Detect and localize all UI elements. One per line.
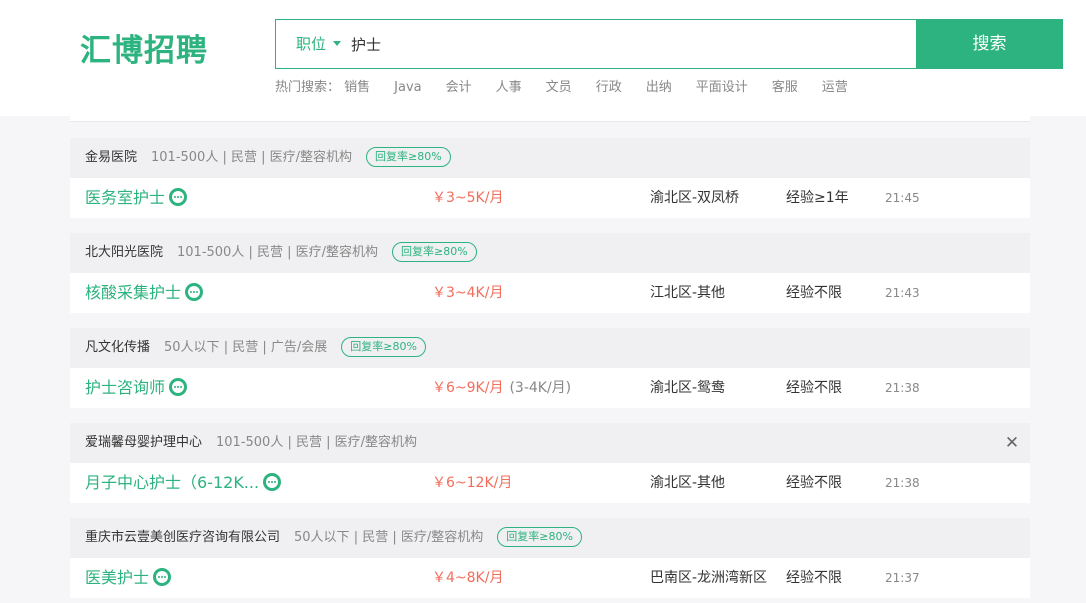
company-name[interactable]: 重庆市云壹美创医疗咨询有限公司 xyxy=(85,530,280,545)
chat-icon[interactable] xyxy=(153,567,172,586)
company-name[interactable]: 凡文化传播 xyxy=(85,340,150,355)
chat-icon[interactable] xyxy=(169,377,188,396)
job-location: 巴南区-龙洲湾新区 xyxy=(650,570,768,586)
job-location: 渝北区-其他 xyxy=(650,475,726,491)
job-title[interactable]: 医务室护士 xyxy=(85,178,188,218)
job-location: 江北区-其他 xyxy=(650,285,726,301)
company-info: 50人以下 | 民营 | 广告/会展 xyxy=(164,340,328,355)
job-row[interactable]: 月子中心护士（6-12K... ￥6~12K/月 渝北区-其他 经验不限 21:… xyxy=(70,463,1030,503)
post-time: 21:38 xyxy=(885,476,920,490)
salary: ￥6~12K/月 xyxy=(432,463,512,503)
hot-search-link[interactable]: 会计 xyxy=(446,80,472,95)
company-row: 北大阳光医院 101-500人 | 民营 | 医疗/整容机构 回复率≥80% xyxy=(70,233,1030,273)
hot-search-link[interactable]: 人事 xyxy=(496,80,522,95)
company-info: 50人以下 | 民营 | 医疗/整容机构 xyxy=(294,530,484,545)
reply-rate-badge: 回复率≥80% xyxy=(341,336,426,357)
job-card: 北大阳光医院 101-500人 | 民营 | 医疗/整容机构 回复率≥80% 核酸采… xyxy=(70,233,1030,313)
job-title[interactable]: 核酸采集护士 xyxy=(85,273,204,313)
chat-icon[interactable] xyxy=(169,187,188,206)
post-time: 21:43 xyxy=(885,286,920,300)
job-location: 渝北区-双凤桥 xyxy=(650,190,740,206)
search-button[interactable]: 搜索 xyxy=(916,19,1063,69)
reply-rate-badge: 回复率≥80% xyxy=(366,146,451,167)
company-row: 重庆市云壹美创医疗咨询有限公司 50人以下 | 民营 | 医疗/整容机构 回复率≥8… xyxy=(70,518,1030,558)
job-card: 凡文化传播 50人以下 | 民营 | 广告/会展 回复率≥80% 护士咨询师 ￥6~… xyxy=(70,328,1030,408)
job-title[interactable]: 医美护士 xyxy=(85,558,172,598)
search-box: 职位 xyxy=(275,19,917,69)
chat-icon[interactable] xyxy=(263,472,282,491)
search-type-label: 职位 xyxy=(296,35,327,53)
hot-search-bar: 热门搜索： 销售 Java 会计 人事 文员 行政 出纳 平面设计 客服 运营 xyxy=(275,79,872,97)
company-row: 金易医院 101-500人 | 民营 | 医疗/整容机构 回复率≥80% xyxy=(70,138,1030,178)
chevron-down-icon xyxy=(333,41,342,46)
job-row[interactable]: 医务室护士 ￥3~5K/月 渝北区-双凤桥 经验≥1年 21:45 xyxy=(70,178,1030,218)
hot-search-link[interactable]: 平面设计 xyxy=(696,80,748,95)
job-title[interactable]: 月子中心护士（6-12K... xyxy=(85,463,282,503)
job-title-text[interactable]: 护士咨询师 xyxy=(85,378,165,397)
company-name[interactable]: 爱瑞馨母婴护理中心 xyxy=(85,435,202,450)
site-header: 汇博招聘 职位 搜索 热门搜索： 销售 Java 会计 人事 文员 行政 出纳 平面设计 客服 运… xyxy=(0,0,1086,116)
job-row[interactable]: 医美护士 ￥4~8K/月 巴南区-龙洲湾新区 经验不限 21:37 xyxy=(70,558,1030,598)
company-name[interactable]: 北大阳光医院 xyxy=(85,245,163,260)
chat-icon[interactable] xyxy=(185,282,204,301)
job-title-text[interactable]: 月子中心护士（6-12K... xyxy=(85,473,259,492)
job-row[interactable]: 核酸采集护士 ￥3~4K/月 江北区-其他 经验不限 21:43 xyxy=(70,273,1030,313)
company-info: 101-500人 | 民营 | 医疗/整容机构 xyxy=(151,150,353,165)
company-row: 凡文化传播 50人以下 | 民营 | 广告/会展 回复率≥80% xyxy=(70,328,1030,368)
job-title[interactable]: 护士咨询师 xyxy=(85,368,188,408)
salary: ￥3~4K/月 xyxy=(432,273,503,313)
job-title-text[interactable]: 医务室护士 xyxy=(85,188,165,207)
hot-search-label: 热门搜索： xyxy=(275,80,341,95)
job-card: 爱瑞馨母婴护理中心 101-500人 | 民营 | 医疗/整容机构 ✕ 月子中心护… xyxy=(70,423,1030,503)
job-card: 重庆市云壹美创医疗咨询有限公司 50人以下 | 民营 | 医疗/整容机构 回复率≥8… xyxy=(70,518,1030,598)
job-card: 金易医院 101-500人 | 民营 | 医疗/整容机构 回复率≥80% 医务室护士… xyxy=(70,138,1030,218)
salary-text: ￥3~4K/月 xyxy=(432,285,504,301)
post-time: 21:45 xyxy=(885,191,920,205)
hot-search-link[interactable]: 客服 xyxy=(772,80,798,95)
job-experience: 经验≥1年 xyxy=(786,190,849,206)
post-time: 21:38 xyxy=(885,381,920,395)
job-experience: 经验不限 xyxy=(786,380,842,396)
hot-search-link[interactable]: 文员 xyxy=(546,80,572,95)
hot-search-link[interactable]: Java xyxy=(394,80,421,95)
job-title-text[interactable]: 核酸采集护士 xyxy=(85,283,181,302)
salary-text: ￥6~9K/月 xyxy=(432,380,504,396)
previous-card-edge xyxy=(70,116,1030,122)
site-logo[interactable]: 汇博招聘 xyxy=(80,31,208,71)
job-location: 渝北区-鸳鸯 xyxy=(650,380,726,396)
salary: ￥6~9K/月 (3-4K/月) xyxy=(432,368,571,408)
salary-text: ￥6~12K/月 xyxy=(432,475,513,491)
job-row[interactable]: 护士咨询师 ￥6~9K/月 (3-4K/月) 渝北区-鸳鸯 经验不限 21:38 xyxy=(70,368,1030,408)
salary: ￥4~8K/月 xyxy=(432,558,503,598)
job-experience: 经验不限 xyxy=(786,570,842,586)
hot-search-link[interactable]: 行政 xyxy=(596,80,622,95)
company-info: 101-500人 | 民营 | 医疗/整容机构 xyxy=(177,245,379,260)
reply-rate-badge: 回复率≥80% xyxy=(497,526,582,547)
salary: ￥3~5K/月 xyxy=(432,178,503,218)
post-time: 21:37 xyxy=(885,571,920,585)
company-info: 101-500人 | 民营 | 医疗/整容机构 xyxy=(216,435,418,450)
company-name[interactable]: 金易医院 xyxy=(85,150,137,165)
close-icon[interactable]: ✕ xyxy=(1002,423,1022,463)
salary-text: ￥4~8K/月 xyxy=(432,570,504,586)
hot-search-link[interactable]: 销售 xyxy=(344,80,370,95)
job-title-text[interactable]: 医美护士 xyxy=(85,568,149,587)
reply-rate-badge: 回复率≥80% xyxy=(392,241,477,262)
hot-search-link[interactable]: 运营 xyxy=(822,80,848,95)
search-type-dropdown[interactable]: 职位 xyxy=(296,20,342,68)
salary-extra: (3-4K/月) xyxy=(509,380,572,396)
search-input[interactable] xyxy=(351,20,891,68)
hot-search-link[interactable]: 出纳 xyxy=(646,80,672,95)
job-experience: 经验不限 xyxy=(786,285,842,301)
company-row: 爱瑞馨母婴护理中心 101-500人 | 民营 | 医疗/整容机构 ✕ xyxy=(70,423,1030,463)
salary-text: ￥3~5K/月 xyxy=(432,190,504,206)
job-experience: 经验不限 xyxy=(786,475,842,491)
